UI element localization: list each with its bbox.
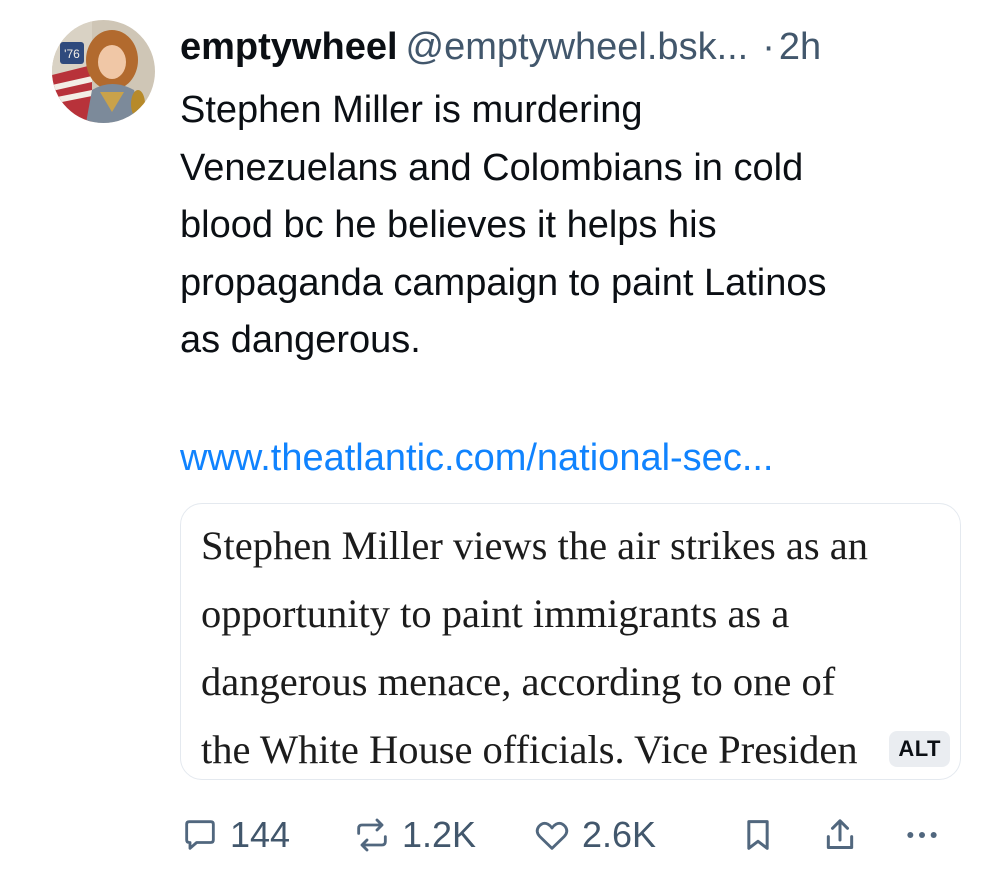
post-link[interactable]: www.theatlantic.com/national-sec...: [180, 430, 774, 487]
like-button[interactable]: 2.6K: [532, 805, 656, 865]
embedded-text-line: opportunity to paint immigrants as a: [201, 591, 790, 636]
post-body: Stephen Miller is murdering Venezuelans …: [180, 82, 980, 370]
post-text-line: Stephen Miller is murdering: [180, 89, 643, 131]
reply-icon: [185, 820, 215, 850]
post-text-line: as dangerous.: [180, 319, 421, 361]
share-button[interactable]: [820, 805, 860, 865]
avatar-badge-text: '76: [64, 47, 80, 61]
reply-button[interactable]: 144: [180, 805, 290, 865]
embedded-image[interactable]: Stephen Miller views the air strikes as …: [180, 503, 961, 780]
alt-text-badge[interactable]: ALT: [889, 731, 950, 767]
embedded-text-line: dangerous menace, according to one of: [201, 659, 836, 704]
post-item[interactable]: '76 emptywheel @emptywheel.bsk... · 2h Step…: [0, 0, 1000, 889]
bookmark-button[interactable]: [738, 805, 778, 865]
embedded-text-line: Stephen Miller views the air strikes as …: [201, 523, 868, 568]
reply-count: 144: [230, 814, 291, 855]
more-options-button[interactable]: [902, 805, 942, 865]
header-separator: ·: [762, 26, 775, 68]
more-icon: [907, 832, 937, 838]
post-text-line: blood bc he believes it helps his: [180, 204, 717, 246]
embedded-text-line: the White House officials. Vice Presiden: [201, 727, 858, 772]
avatar-image: '76: [52, 20, 155, 123]
post-text-line: Venezuelans and Colombians in cold: [180, 146, 804, 189]
like-icon: [535, 821, 569, 850]
post-timestamp[interactable]: 2h: [779, 26, 821, 68]
repost-icon: [357, 818, 387, 852]
share-icon: [826, 819, 854, 849]
author-display-name[interactable]: emptywheel: [180, 26, 398, 68]
author-avatar[interactable]: '76: [52, 20, 155, 123]
like-count: 2.6K: [582, 814, 657, 855]
post-header: emptywheel @emptywheel.bsk... · 2h: [180, 22, 970, 72]
author-handle[interactable]: @emptywheel.bsk...: [406, 26, 749, 68]
repost-button[interactable]: 1.2K: [352, 805, 476, 865]
bookmark-icon: [747, 820, 769, 850]
repost-count: 1.2K: [402, 814, 477, 855]
post-actions: 144 1.2K 2.6K: [180, 805, 960, 865]
embedded-image-content: Stephen Miller views the air strikes as …: [201, 512, 960, 779]
post-text-line: propaganda campaign to paint Latinos: [180, 261, 827, 304]
